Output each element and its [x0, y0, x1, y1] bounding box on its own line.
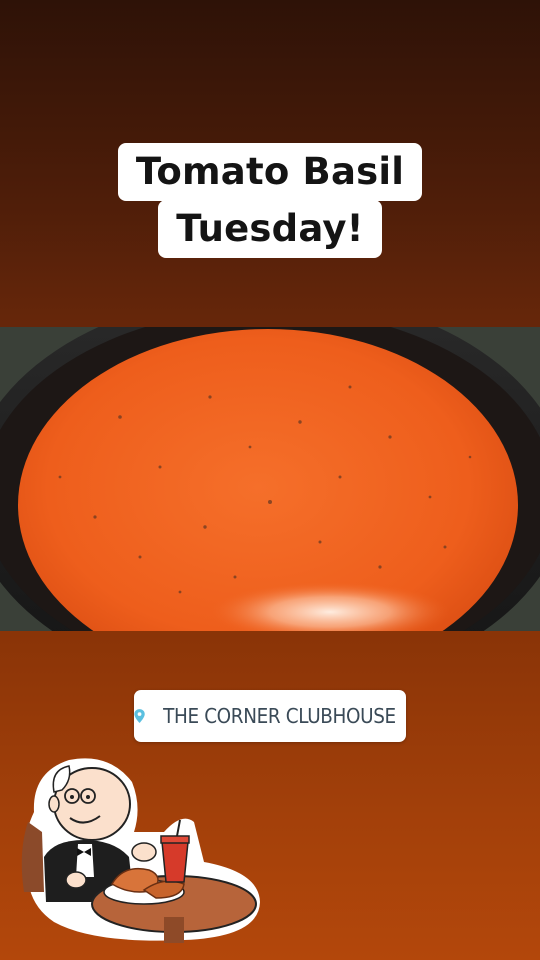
- story-title-line-2: Tuesday!: [158, 200, 382, 258]
- chair: [21, 822, 44, 892]
- title-line-2-wrap: Tuesday!: [0, 200, 540, 258]
- soup-photo: [0, 327, 540, 631]
- title-line-1-wrap: Tomato Basil: [0, 143, 540, 201]
- drink-cup-icon: [161, 841, 189, 883]
- story-title-line-1: Tomato Basil: [117, 143, 423, 201]
- map-pin-icon: [134, 709, 145, 723]
- story-canvas: Tomato Basil Tuesday! THE CORNER CLUBHOU…: [0, 0, 540, 960]
- location-label: THE CORNER CLUBHOUSE: [163, 704, 396, 728]
- diner-sticker: [21, 758, 260, 943]
- location-sticker[interactable]: THE CORNER CLUBHOUSE: [134, 690, 406, 742]
